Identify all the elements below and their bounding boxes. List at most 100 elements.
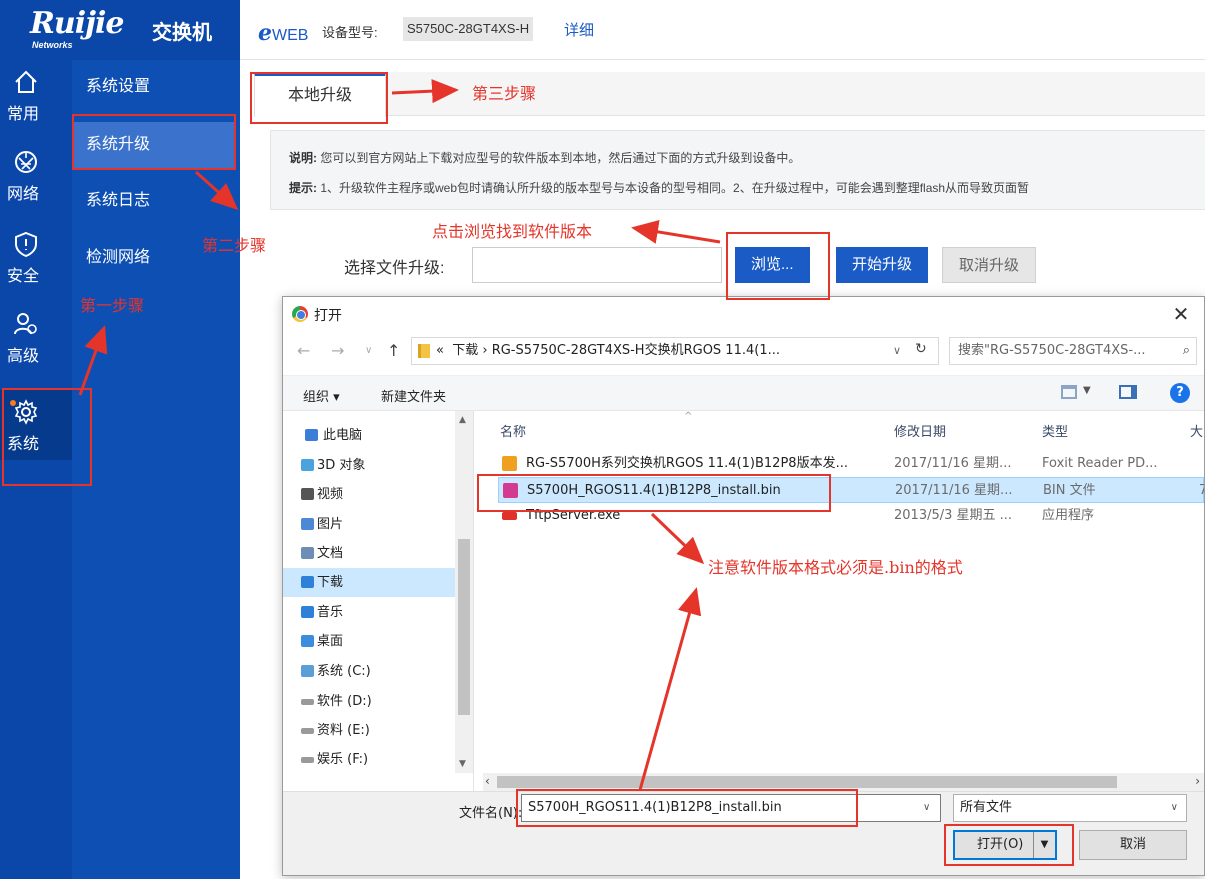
computer-icon (305, 429, 318, 441)
top-bar: eWEB 设备型号: S5750C-28GT4XS-H 详细 (240, 0, 1205, 60)
dialog-title-bar: 打开 ✕ (283, 297, 1204, 331)
dialog-title: 打开 (314, 308, 342, 324)
new-folder-button[interactable]: 新建文件夹 (381, 386, 446, 405)
rail-item-advanced[interactable]: 高级 (0, 302, 72, 380)
scroll-right-icon[interactable]: › (1195, 774, 1200, 788)
filename-label: 文件名(N): (459, 806, 523, 821)
tree-scrollbar[interactable]: ▲ ▼ (455, 411, 473, 773)
eweb-logo: eWEB (258, 20, 309, 46)
ruijie-logo-sub: Networks (32, 40, 73, 50)
tree-item-music[interactable]: 音乐 (283, 598, 455, 627)
column-name[interactable]: 名称 (500, 421, 526, 440)
downloads-folder-icon (301, 576, 314, 588)
annotation-step2: 第二步骤 (202, 238, 267, 255)
list-scroll-thumb[interactable] (497, 776, 1117, 788)
address-dropdown-icon[interactable]: ∨ (893, 344, 901, 357)
browse-button[interactable]: 浏览... (735, 247, 810, 283)
drive-icon (301, 728, 314, 734)
desktop-folder-icon (301, 635, 314, 647)
close-icon[interactable]: ✕ (1158, 297, 1204, 331)
tree-item-3d-objects[interactable]: 3D 对象 (283, 451, 455, 480)
tree-scroll-thumb[interactable] (458, 539, 470, 715)
subnav-item-system-log[interactable]: 系统日志 (72, 178, 240, 224)
model-value: S5750C-28GT4XS-H (403, 17, 534, 41)
address-path: 下载 › RG-S5750C-28GT4XS-H交换机RGOS 11.4(1..… (452, 343, 780, 358)
dialog-cancel-button[interactable]: 取消 (1079, 830, 1187, 860)
subnav-item-system-upgrade[interactable]: 系统升级 (72, 122, 234, 168)
search-input[interactable]: 搜索"RG-S5750C-28GT4XS-... ⌕ (949, 337, 1197, 365)
tree-item-drive-f[interactable]: 娱乐 (F:) (283, 745, 455, 773)
cancel-upgrade-button[interactable]: 取消升级 (942, 247, 1037, 283)
back-arrow-icon[interactable]: ← (297, 341, 310, 360)
up-arrow-icon[interactable]: ↑ (387, 341, 400, 360)
navigation-tree: 此电脑 3D 对象 视频 图片 文档 下载 音乐 桌面 系统 (C:) 软件 (… (283, 411, 473, 773)
pictures-folder-icon (301, 518, 314, 530)
rail-item-common[interactable]: 常用 (0, 60, 72, 138)
chrome-icon (292, 306, 308, 322)
note-box: 说明: 您可以到官方网站上下载对应型号的软件版本到本地，然后通过下面的方式升级到… (270, 130, 1205, 210)
address-sep: « (436, 343, 444, 358)
tree-item-this-pc[interactable]: 此电脑 (283, 421, 455, 450)
view-dropdown-icon[interactable]: ▼ (1083, 385, 1091, 396)
documents-folder-icon (301, 547, 314, 559)
annotation-format-hint: 注意软件版本格式必须是.bin的格式 (708, 558, 963, 577)
recent-locations-icon[interactable]: ∨ (365, 345, 372, 356)
organize-button[interactable]: 组织 ▾ (303, 386, 340, 405)
upload-file-input[interactable] (472, 247, 722, 283)
video-folder-icon (301, 488, 314, 500)
file-row-pdf[interactable]: RG-S5700H系列交换机RGOS 11.4(1)B12P8版本发... 20… (498, 451, 1204, 477)
open-split-arrow-icon[interactable]: ▼ (1033, 832, 1055, 858)
tab-local-upgrade[interactable]: 本地升级 (254, 72, 386, 117)
tree-item-downloads[interactable]: 下载 (283, 568, 455, 597)
notification-dot (10, 400, 16, 406)
drive-icon (301, 699, 314, 705)
folder-icon (418, 343, 430, 358)
column-size[interactable]: 大 (1190, 421, 1203, 440)
tree-item-drive-e[interactable]: 资料 (E:) (283, 716, 455, 745)
start-upgrade-button[interactable]: 开始升级 (836, 247, 929, 283)
filetype-select[interactable]: 所有文件 ∨ (953, 794, 1187, 822)
scroll-up-icon[interactable]: ▲ (459, 415, 466, 425)
address-bar[interactable]: « 下载 › RG-S5750C-28GT4XS-H交换机RGOS 11.4(1… (411, 337, 939, 365)
filename-input[interactable]: S5700H_RGOS11.4(1)B12P8_install.bin (521, 794, 941, 822)
forward-arrow-icon[interactable]: → (331, 341, 344, 360)
users-icon (14, 313, 37, 335)
tree-item-desktop[interactable]: 桌面 (283, 627, 455, 656)
list-horizontal-scrollbar[interactable]: ‹ › (483, 773, 1204, 791)
rail-item-network[interactable]: 网络 (0, 140, 72, 218)
subnav-item-system-settings[interactable]: 系统设置 (72, 64, 240, 110)
drive-icon (301, 757, 314, 763)
file-row-bin[interactable]: S5700H_RGOS11.4(1)B12P8_install.bin 2017… (498, 477, 1204, 503)
detail-link[interactable]: 详细 (564, 19, 594, 40)
annotation-step3: 第三步骤 (472, 86, 537, 103)
help-icon[interactable]: ? (1170, 383, 1190, 403)
rail-item-security[interactable]: 安全 (0, 222, 72, 300)
preview-pane-icon[interactable] (1119, 385, 1137, 399)
refresh-icon[interactable]: ↻ (915, 341, 927, 357)
tree-item-pictures[interactable]: 图片 (283, 510, 455, 539)
tree-item-documents[interactable]: 文档 (283, 539, 455, 568)
home-icon (15, 70, 37, 93)
view-options-icon[interactable] (1061, 385, 1077, 399)
system-drive-icon (301, 665, 314, 677)
note-label: 说明: (289, 151, 317, 165)
filename-dropdown-icon[interactable]: ∨ (923, 802, 930, 813)
tree-item-drive-c[interactable]: 系统 (C:) (283, 657, 455, 686)
sub-nav: 系统设置 系统升级 系统日志 检测网络 (72, 60, 240, 879)
column-type[interactable]: 类型 (1042, 421, 1068, 440)
scroll-left-icon[interactable]: ‹ (485, 774, 490, 788)
pdf-file-icon (502, 456, 517, 471)
open-button[interactable]: 打开(O) ▼ (953, 830, 1057, 860)
3d-objects-icon (301, 459, 314, 471)
scroll-down-icon[interactable]: ▼ (459, 759, 466, 769)
shield-icon (15, 231, 37, 258)
bin-file-icon (503, 483, 518, 498)
column-date[interactable]: 修改日期 (894, 421, 946, 440)
address-row: ← → ∨ ↑ « 下载 › RG-S5750C-28GT4XS-H交换机RGO… (283, 333, 1204, 371)
file-row-exe[interactable]: TftpServer.exe 2013/5/3 星期五 ... 应用程序 (498, 503, 1204, 529)
gear-icon (14, 399, 38, 425)
search-icon: ⌕ (1182, 343, 1190, 358)
tree-item-drive-d[interactable]: 软件 (D:) (283, 687, 455, 716)
tree-item-videos[interactable]: 视频 (283, 480, 455, 509)
note-text: 您可以到官方网站上下载对应型号的软件版本到本地，然后通过下面的方式升级到设备中。 (320, 151, 801, 165)
